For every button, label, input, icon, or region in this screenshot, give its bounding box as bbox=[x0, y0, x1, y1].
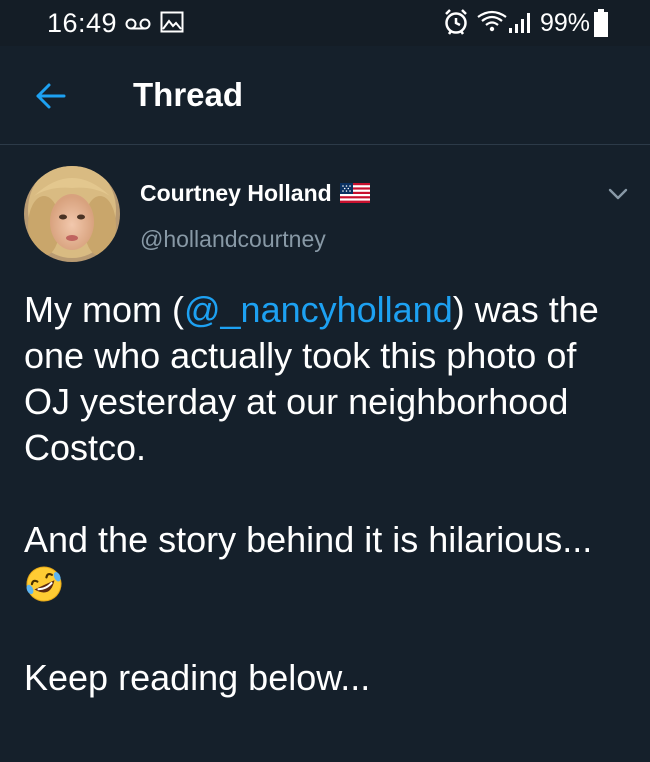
arrow-left-icon bbox=[36, 83, 66, 109]
voicemail-icon bbox=[125, 18, 151, 30]
gallery-icon bbox=[160, 11, 184, 33]
tweet-text: My mom (@_nancyholland) was the one who … bbox=[24, 287, 624, 701]
back-button[interactable] bbox=[30, 76, 70, 116]
mention-link[interactable]: @_nancyholland bbox=[184, 289, 453, 330]
tweet-text-line: Keep reading below... bbox=[24, 657, 371, 698]
wifi-icon bbox=[477, 10, 507, 32]
tweet-paragraph: My mom (@_nancyholland) was the one who … bbox=[24, 287, 624, 471]
battery-percentage: 99% bbox=[540, 9, 591, 37]
chevron-down-icon[interactable] bbox=[604, 180, 632, 208]
tweet-paragraph: And the story behind it is hilarious... bbox=[24, 517, 624, 609]
tweet-text-prefix: My mom ( bbox=[24, 289, 184, 330]
author-handle[interactable]: @hollandcourtney bbox=[140, 224, 326, 254]
status-bar: 16:49 99% bbox=[0, 0, 650, 46]
battery-icon bbox=[594, 9, 608, 37]
status-time: 16:49 bbox=[47, 8, 118, 38]
tweet-text-line: And the story behind it is hilarious... bbox=[24, 519, 593, 560]
thread-header: Thread bbox=[0, 46, 650, 145]
tweet-paragraph: Keep reading below... bbox=[24, 655, 624, 701]
laughing-emoji-icon bbox=[26, 566, 62, 602]
page-title: Thread bbox=[133, 76, 244, 113]
avatar[interactable] bbox=[24, 166, 120, 262]
author-name-text: Courtney Holland bbox=[140, 180, 332, 206]
author-name[interactable]: Courtney Holland bbox=[140, 178, 370, 208]
us-flag-icon bbox=[339, 183, 370, 203]
alarm-icon bbox=[445, 9, 467, 35]
signal-icon bbox=[509, 13, 530, 33]
